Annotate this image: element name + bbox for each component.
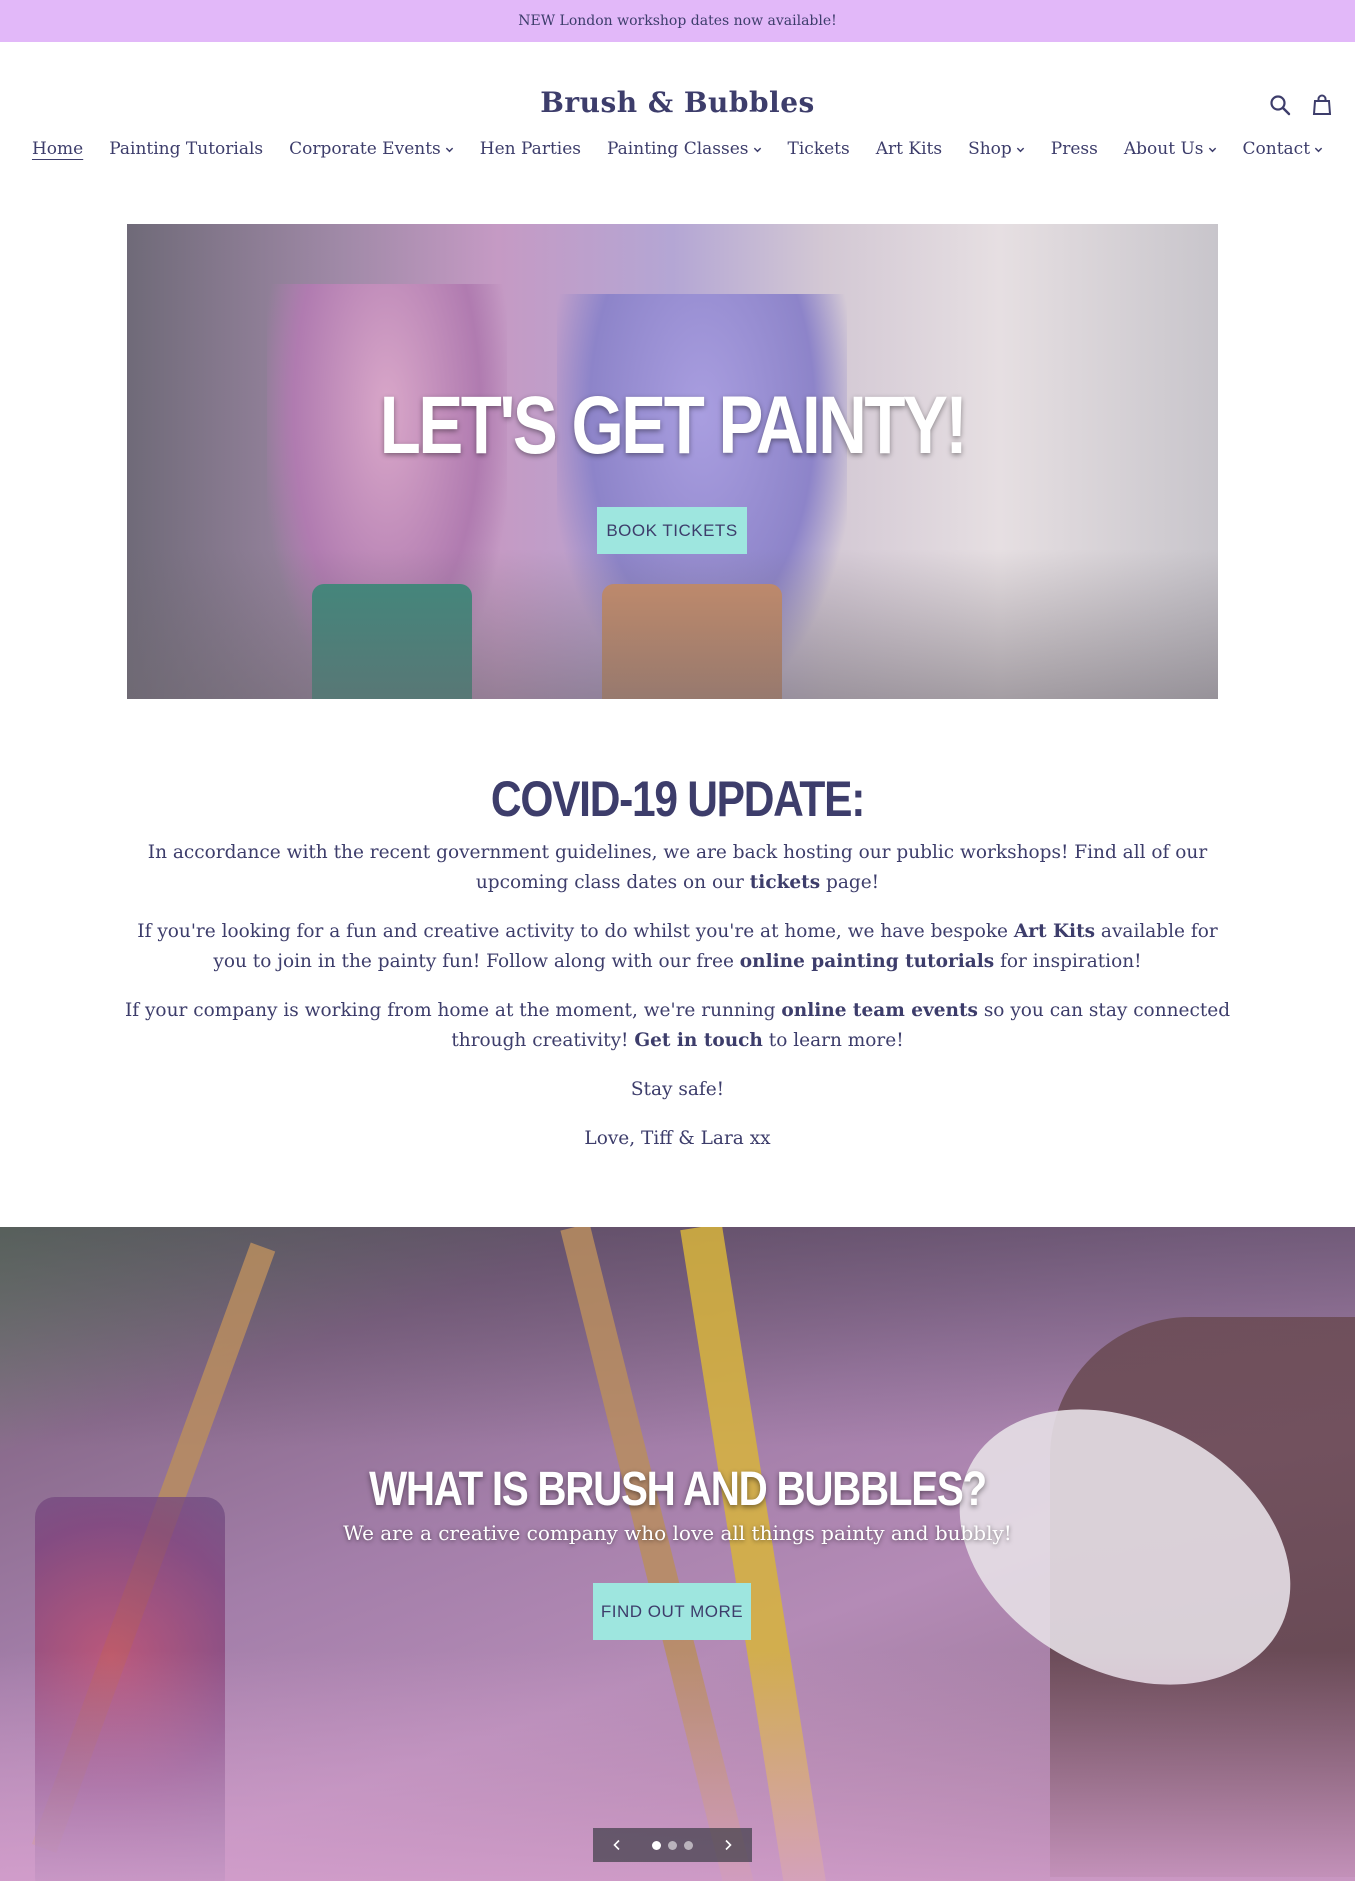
nav-item-about-us[interactable]: About Us [1111,139,1230,159]
nav-item-hen-parties[interactable]: Hen Parties [467,139,594,159]
text: to learn more! [762,1030,904,1051]
get-in-touch-link[interactable]: Get in touch [634,1030,763,1051]
nav-item-painting-classes[interactable]: Painting Classes [594,139,775,159]
hero-banner: LET'S GET PAINTY! BOOK TICKETS [127,224,1218,699]
nav-item-label: Hen Parties [479,139,581,159]
nav-item-label: Painting Classes [607,139,749,159]
chevron-right-icon[interactable] [722,1839,734,1851]
chevron-down-icon [753,147,761,152]
covid-signoff: Love, Tiff & Lara xx [584,1128,771,1149]
cart-icon[interactable] [1311,94,1333,116]
nav-item-label: Contact [1242,139,1311,159]
nav-item-label: About Us [1123,139,1204,159]
nav-item-contact[interactable]: Contact [1230,139,1337,159]
nav-item-label: Shop [968,139,1012,159]
nav-item-press[interactable]: Press [1038,139,1111,159]
nav-item-art-kits[interactable]: Art Kits [863,139,955,159]
nav-item-label: Tickets [787,139,850,159]
covid-update-section: COVID-19 UPDATE: In accordance with the … [0,770,1355,1173]
search-icon[interactable] [1269,94,1291,116]
nav-item-label: Home [31,139,84,159]
hero-title: LET'S GET PAINTY! [379,380,968,471]
chevron-down-icon [1016,147,1024,152]
book-tickets-button[interactable]: BOOK TICKETS [597,507,747,554]
text: for inspiration! [994,951,1142,972]
chevron-down-icon [1314,147,1323,152]
nav-item-shop[interactable]: Shop [955,139,1038,159]
nav-item-corporate-events[interactable]: Corporate Events [276,139,467,159]
chevron-left-icon[interactable] [611,1839,623,1851]
site-logo[interactable]: Brush & Bubbles [0,86,1355,119]
slideshow-title: WHAT IS BRUSH AND BUBBLES? [369,1463,987,1516]
nav-item-label: Painting Tutorials [109,139,264,159]
art-kits-link[interactable]: Art Kits [1014,921,1095,942]
nav-item-home[interactable]: Home [19,139,96,159]
main-nav: Home Painting Tutorials Corporate Events… [0,139,1355,159]
slideshow-dots [652,1840,693,1850]
text: In accordance with the recent government… [147,842,1208,893]
covid-paragraph-3: If your company is working from home at … [123,996,1233,1056]
slide-dot-1[interactable] [652,1840,661,1850]
hero-image-street [127,549,1218,699]
covid-paragraph-2: If you're looking for a fun and creative… [123,917,1233,977]
text: If your company is working from home at … [124,1000,782,1021]
announcement-bar[interactable]: NEW London workshop dates now available! [0,0,1355,42]
covid-paragraph-1: In accordance with the recent government… [123,838,1233,898]
text: page! [820,872,880,893]
online-team-events-link[interactable]: online team events [781,1000,978,1021]
online-painting-tutorials-link[interactable]: online painting tutorials [740,951,994,972]
nav-item-label: Press [1050,139,1098,159]
slideshow-controls [593,1828,752,1862]
nav-item-tickets[interactable]: Tickets [775,139,863,159]
slideshow: WHAT IS BRUSH AND BUBBLES? We are a crea… [0,1227,1355,1881]
slide-dot-2[interactable] [668,1840,677,1850]
covid-paragraph-4: Stay safe! [630,1079,725,1100]
nav-item-painting-tutorials[interactable]: Painting Tutorials [96,139,276,159]
announcement-text[interactable]: NEW London workshop dates now available! [518,13,837,29]
find-out-more-button[interactable]: FIND OUT MORE [593,1583,751,1640]
covid-title: COVID-19 UPDATE: [490,771,865,827]
slideshow-subtitle: We are a creative company who love all t… [343,1521,1012,1545]
header-icons [1269,94,1333,116]
nav-item-label: Art Kits [875,139,943,159]
chevron-down-icon [1208,147,1216,152]
text: If you're looking for a fun and creative… [137,921,1014,942]
chevron-down-icon [445,147,453,152]
tickets-link[interactable]: tickets [750,872,820,893]
nav-item-label: Corporate Events [289,139,441,159]
slide-dot-3[interactable] [684,1840,693,1850]
